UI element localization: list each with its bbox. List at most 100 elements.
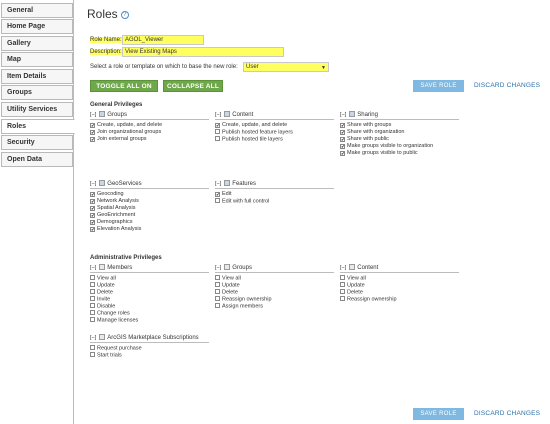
unchecked-checkbox-icon[interactable] [90, 275, 95, 280]
unchecked-checkbox-icon[interactable] [340, 289, 345, 294]
unchecked-checkbox-icon[interactable] [215, 198, 220, 203]
unchecked-checkbox-icon[interactable] [90, 303, 95, 308]
features-select-all-checkbox[interactable] [224, 180, 231, 186]
checked-checkbox-icon[interactable]: ✔ [340, 136, 345, 142]
groups-privilege-join-organizational-groups[interactable]: ✔ Join organizational groups [90, 129, 209, 136]
unchecked-checkbox-icon[interactable] [215, 289, 220, 294]
collapse-toggle[interactable]: [−] [215, 112, 221, 118]
sharing-privilege-share-with-groups[interactable]: ✔ Share with groups [340, 122, 459, 129]
sharing-privilege-make-groups-visible-to-public[interactable]: ✔ Make groups visible to public [340, 150, 459, 157]
collapse-toggle[interactable]: [−] [90, 181, 96, 187]
checked-checkbox-icon[interactable]: ✔ [90, 122, 95, 128]
admin-groups-privilege-reassign-ownership[interactable]: Reassign ownership [215, 296, 334, 303]
unchecked-checkbox-icon[interactable] [90, 310, 95, 315]
collapse-toggle[interactable]: [−] [90, 265, 96, 271]
groups-privilege-join-external-groups[interactable]: ✔ Join external groups [90, 136, 209, 143]
checked-checkbox-icon[interactable]: ✔ [90, 226, 95, 232]
discard-changes-link-bottom[interactable]: DISCARD CHANGES [474, 410, 540, 417]
checked-checkbox-icon[interactable]: ✔ [90, 219, 95, 225]
sidebar-item-utility-services[interactable]: Utility Services [1, 102, 73, 117]
members-privilege-update[interactable]: Update [90, 282, 209, 289]
marketplace-privilege-request-purchase[interactable]: Request purchase [90, 345, 209, 352]
features-privilege-edit[interactable]: ✔ Edit [215, 191, 334, 198]
collapse-toggle[interactable]: [−] [215, 265, 221, 271]
checked-checkbox-icon[interactable]: ✔ [90, 191, 95, 197]
collapse-toggle[interactable]: [−] [215, 181, 221, 187]
sidebar-item-gallery[interactable]: Gallery [1, 36, 73, 51]
checked-checkbox-icon[interactable]: ✔ [340, 143, 345, 149]
sidebar-item-general[interactable]: General [1, 3, 73, 18]
geoservices-select-all-checkbox[interactable] [99, 180, 106, 186]
checked-checkbox-icon[interactable]: ✔ [215, 122, 220, 128]
unchecked-checkbox-icon[interactable] [215, 296, 220, 301]
sharing-privilege-share-with-public[interactable]: ✔ Share with public [340, 136, 459, 143]
unchecked-checkbox-icon[interactable] [340, 296, 345, 301]
unchecked-checkbox-icon[interactable] [215, 282, 220, 287]
sidebar-item-security[interactable]: Security [1, 135, 73, 150]
admin-content-privilege-view-all[interactable]: View all [340, 275, 459, 282]
sharing-select-all-checkbox[interactable] [349, 111, 356, 117]
save-role-button[interactable]: SAVE ROLE [413, 80, 464, 92]
sidebar-item-map[interactable]: Map [1, 52, 73, 67]
content-privilege-create-update-and-delete[interactable]: ✔ Create, update, and delete [215, 122, 334, 129]
unchecked-checkbox-icon[interactable] [90, 296, 95, 301]
save-role-button-bottom[interactable]: SAVE ROLE [413, 408, 464, 420]
marketplace-select-all-checkbox[interactable] [99, 334, 106, 340]
unchecked-checkbox-icon[interactable] [90, 317, 95, 322]
geoservices-privilege-spatial-analysis[interactable]: ✔ Spatial Analysis [90, 205, 209, 212]
content-privilege-publish-hosted-tile-layers[interactable]: Publish hosted tile layers [215, 136, 334, 143]
template-select[interactable]: User ▼ [243, 62, 329, 72]
sidebar-item-home-page[interactable]: Home Page [1, 19, 73, 34]
checked-checkbox-icon[interactable]: ✔ [90, 212, 95, 218]
members-select-all-checkbox[interactable] [99, 264, 106, 270]
members-privilege-disable[interactable]: Disable [90, 303, 209, 310]
admin-content-privilege-reassign-ownership[interactable]: Reassign ownership [340, 296, 459, 303]
checked-checkbox-icon[interactable]: ✔ [340, 122, 345, 128]
unchecked-checkbox-icon[interactable] [90, 289, 95, 294]
unchecked-checkbox-icon[interactable] [90, 282, 95, 287]
admin-content-privilege-delete[interactable]: Delete [340, 289, 459, 296]
features-privilege-edit-with-full-control[interactable]: Edit with full control [215, 198, 334, 205]
groups-privilege-create-update-and-delete[interactable]: ✔ Create, update, and delete [90, 122, 209, 129]
help-icon[interactable]: ? [120, 11, 129, 19]
collapse-toggle[interactable]: [−] [90, 112, 96, 118]
admin-content-select-all-checkbox[interactable] [349, 264, 356, 270]
unchecked-checkbox-icon[interactable] [340, 275, 345, 280]
marketplace-privilege-start-trials[interactable]: Start trials [90, 352, 209, 359]
sidebar-item-groups[interactable]: Groups [1, 85, 73, 100]
checked-checkbox-icon[interactable]: ✔ [90, 205, 95, 211]
admin-content-privilege-update[interactable]: Update [340, 282, 459, 289]
toggle-all-on-button[interactable]: TOGGLE ALL ON [90, 80, 158, 92]
content-privilege-publish-hosted-feature-layers[interactable]: Publish hosted feature layers [215, 129, 334, 136]
unchecked-checkbox-icon[interactable] [90, 352, 95, 357]
description-input[interactable]: View Existing Maps [122, 47, 284, 57]
content-select-all-checkbox[interactable] [224, 111, 231, 117]
geoservices-privilege-demographics[interactable]: ✔ Demographics [90, 219, 209, 226]
members-privilege-delete[interactable]: Delete [90, 289, 209, 296]
checked-checkbox-icon[interactable]: ✔ [90, 129, 95, 135]
geoservices-privilege-geoenrichment[interactable]: ✔ GeoEnrichment [90, 212, 209, 219]
collapse-toggle[interactable]: [−] [340, 112, 346, 118]
members-privilege-invite[interactable]: Invite [90, 296, 209, 303]
role-name-input[interactable]: AGOL_Viewer [122, 35, 204, 45]
unchecked-checkbox-icon[interactable] [215, 136, 220, 141]
unchecked-checkbox-icon[interactable] [340, 282, 345, 287]
members-privilege-view-all[interactable]: View all [90, 275, 209, 282]
checked-checkbox-icon[interactable]: ✔ [90, 136, 95, 142]
unchecked-checkbox-icon[interactable] [215, 303, 220, 308]
unchecked-checkbox-icon[interactable] [90, 345, 95, 350]
checked-checkbox-icon[interactable]: ✔ [340, 150, 345, 156]
checked-checkbox-icon[interactable]: ✔ [215, 191, 220, 197]
unchecked-checkbox-icon[interactable] [215, 275, 220, 280]
checked-checkbox-icon[interactable]: ✔ [340, 129, 345, 135]
collapse-all-button[interactable]: COLLAPSE ALL [163, 80, 223, 92]
geoservices-privilege-elevation-analysis[interactable]: ✔ Elevation Analysis [90, 226, 209, 233]
collapse-toggle[interactable]: [−] [90, 335, 96, 341]
members-privilege-change-roles[interactable]: Change roles [90, 310, 209, 317]
groups-select-all-checkbox[interactable] [99, 111, 106, 117]
collapse-toggle[interactable]: [−] [340, 265, 346, 271]
admin-groups-select-all-checkbox[interactable] [224, 264, 231, 270]
members-privilege-manage-licenses[interactable]: Manage licenses [90, 317, 209, 324]
sidebar-item-item-details[interactable]: Item Details [1, 69, 73, 84]
geoservices-privilege-geocoding[interactable]: ✔ Geocoding [90, 191, 209, 198]
